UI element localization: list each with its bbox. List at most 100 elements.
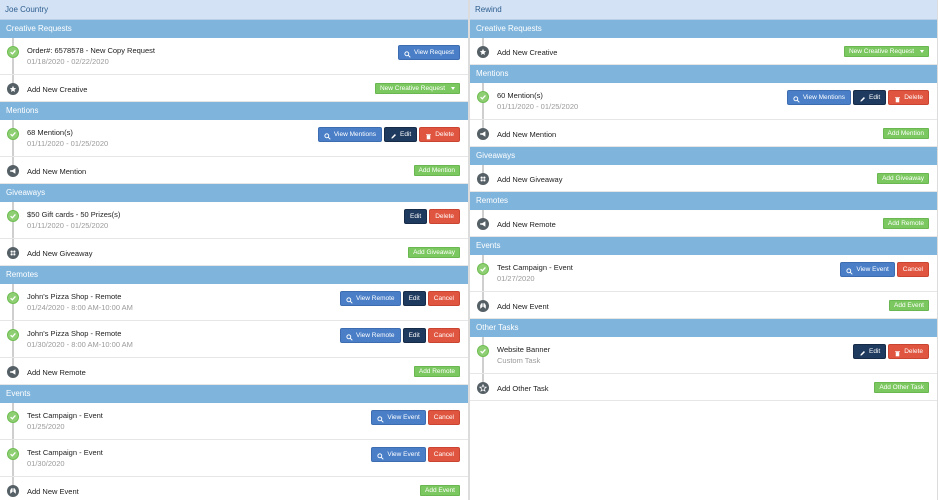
- entry-title: 60 Mention(s): [497, 91, 543, 100]
- cancel-button[interactable]: Cancel: [427, 291, 460, 306]
- giveaway-row: $50 Gift cards - 50 Prizes(s) 01/11/2020…: [0, 202, 468, 239]
- view-mentions-button[interactable]: View Mentions: [786, 90, 851, 105]
- view-remote-button[interactable]: View Remote: [340, 291, 401, 306]
- cancel-button[interactable]: Cancel: [427, 328, 460, 343]
- edit-button[interactable]: Edit: [404, 209, 428, 224]
- binoculars-icon: [477, 300, 489, 312]
- view-event-button[interactable]: View Event: [371, 447, 426, 462]
- cancel-button[interactable]: Cancel: [427, 410, 460, 425]
- other-task-row: Website Banner Custom Task Edit Delete: [470, 337, 937, 374]
- add-remote-button[interactable]: Add Remote: [882, 218, 929, 229]
- add-giveaway-row: Add New Giveaway Add Giveaway: [0, 239, 468, 266]
- add-event-button[interactable]: Add Event: [420, 485, 460, 496]
- section-other-tasks: Other Tasks: [470, 319, 937, 337]
- check-icon: [7, 448, 19, 460]
- add-label: Add New Mention: [497, 130, 557, 139]
- entry-title: John's Pizza Shop - Remote: [27, 329, 122, 338]
- edit-button[interactable]: Edit: [853, 344, 887, 359]
- add-remote-row: Add New Remote Add Remote: [470, 210, 937, 237]
- search-icon: [324, 131, 331, 140]
- add-giveaway-row: Add New Giveaway Add Giveaway: [470, 165, 937, 192]
- pencil-icon: [859, 348, 866, 356]
- add-giveaway-button[interactable]: Add Giveaway: [877, 173, 929, 184]
- entry-title: Test Campaign - Event: [497, 263, 573, 272]
- edit-button[interactable]: Edit: [384, 127, 418, 142]
- cancel-button[interactable]: Cancel: [427, 447, 460, 462]
- star-outline-icon: [477, 382, 489, 394]
- entry-dates: 01/27/2020: [497, 274, 535, 283]
- add-label: Add New Creative: [497, 48, 558, 57]
- check-icon: [7, 128, 19, 140]
- add-label: Add New Event: [497, 302, 549, 311]
- add-label: Add New Remote: [27, 368, 86, 377]
- event-row: Test Campaign - Event 01/27/2020 View Ev…: [470, 255, 937, 292]
- add-label: Add New Giveaway: [497, 175, 563, 184]
- section-remotes: Remotes: [0, 266, 468, 284]
- add-label: Add New Event: [27, 487, 79, 496]
- mention-row: 60 Mention(s) 01/11/2020 - 01/25/2020 Vi…: [470, 83, 937, 120]
- check-icon: [7, 46, 19, 58]
- entry-title: Test Campaign - Event: [27, 411, 103, 420]
- view-remote-button[interactable]: View Remote: [340, 328, 401, 343]
- delete-button[interactable]: Delete: [888, 90, 929, 105]
- section-remotes: Remotes: [470, 192, 937, 210]
- section-mentions: Mentions: [470, 65, 937, 83]
- delete-button[interactable]: Delete: [888, 344, 929, 359]
- view-event-button[interactable]: View Event: [371, 410, 426, 425]
- add-event-button[interactable]: Add Event: [889, 300, 929, 311]
- add-label: Add New Remote: [497, 220, 556, 229]
- new-creative-request-dropdown[interactable]: New Creative Request: [374, 83, 460, 94]
- edit-button[interactable]: Edit: [402, 328, 426, 343]
- caret-down-icon: [451, 87, 455, 90]
- pencil-icon: [859, 94, 866, 102]
- add-other-task-row: Add Other Task Add Other Task: [470, 374, 937, 401]
- megaphone-icon: [7, 165, 19, 177]
- entry-dates: 01/11/2020 - 01/25/2020: [497, 102, 579, 111]
- search-icon: [377, 451, 385, 460]
- mention-row: 68 Mention(s) 01/11/2020 - 01/25/2020 Vi…: [0, 120, 468, 157]
- entry-title: 68 Mention(s): [27, 128, 73, 137]
- binoculars-icon: [7, 485, 19, 497]
- gift-icon: [7, 247, 19, 259]
- station-title: Rewind: [470, 0, 937, 20]
- view-mentions-button[interactable]: View Mentions: [317, 127, 382, 142]
- section-creative-requests: Creative Requests: [0, 20, 468, 38]
- megaphone-icon: [477, 128, 489, 140]
- entry-dates: 01/11/2020 - 01/25/2020: [27, 221, 109, 230]
- pencil-icon: [390, 131, 397, 139]
- trash-icon: [894, 94, 901, 103]
- entry-dates: 01/30/2020: [27, 459, 65, 468]
- delete-button[interactable]: Delete: [419, 127, 460, 142]
- section-giveaways: Giveaways: [470, 147, 937, 165]
- megaphone-icon: [477, 218, 489, 230]
- entry-dates: 01/25/2020: [27, 422, 65, 431]
- check-icon: [7, 292, 19, 304]
- section-creative-requests: Creative Requests: [470, 20, 937, 38]
- entry-title: Test Campaign - Event: [27, 448, 103, 457]
- trash-icon: [894, 348, 901, 357]
- add-other-task-button[interactable]: Add Other Task: [874, 382, 929, 393]
- delete-button[interactable]: Delete: [429, 209, 460, 224]
- entry-dates: 01/11/2020 - 01/25/2020: [27, 139, 109, 148]
- add-mention-button[interactable]: Add Mention: [413, 165, 460, 176]
- creative-request-row: Order#: 6578578 - New Copy Request 01/18…: [0, 38, 468, 75]
- view-request-button[interactable]: View Request: [398, 45, 460, 60]
- entry-dates: 01/18/2020 - 02/22/2020: [27, 57, 109, 66]
- add-mention-button[interactable]: Add Mention: [882, 128, 929, 139]
- star-icon: [477, 46, 489, 58]
- remote-row: John's Pizza Shop - Remote 01/30/2020 - …: [0, 321, 468, 358]
- section-mentions: Mentions: [0, 102, 468, 120]
- event-row: Test Campaign - Event 01/30/2020 View Ev…: [0, 440, 468, 477]
- view-event-button[interactable]: View Event: [840, 262, 895, 277]
- star-icon: [7, 83, 19, 95]
- edit-button[interactable]: Edit: [402, 291, 426, 306]
- megaphone-icon: [7, 366, 19, 378]
- add-remote-button[interactable]: Add Remote: [413, 366, 460, 377]
- check-icon: [477, 91, 489, 103]
- add-label: Add Other Task: [497, 384, 549, 393]
- edit-button[interactable]: Edit: [853, 90, 887, 105]
- new-creative-request-dropdown[interactable]: New Creative Request: [843, 46, 929, 57]
- station-title: Joe Country: [0, 0, 468, 20]
- add-giveaway-button[interactable]: Add Giveaway: [408, 247, 460, 258]
- cancel-button[interactable]: Cancel: [896, 262, 929, 277]
